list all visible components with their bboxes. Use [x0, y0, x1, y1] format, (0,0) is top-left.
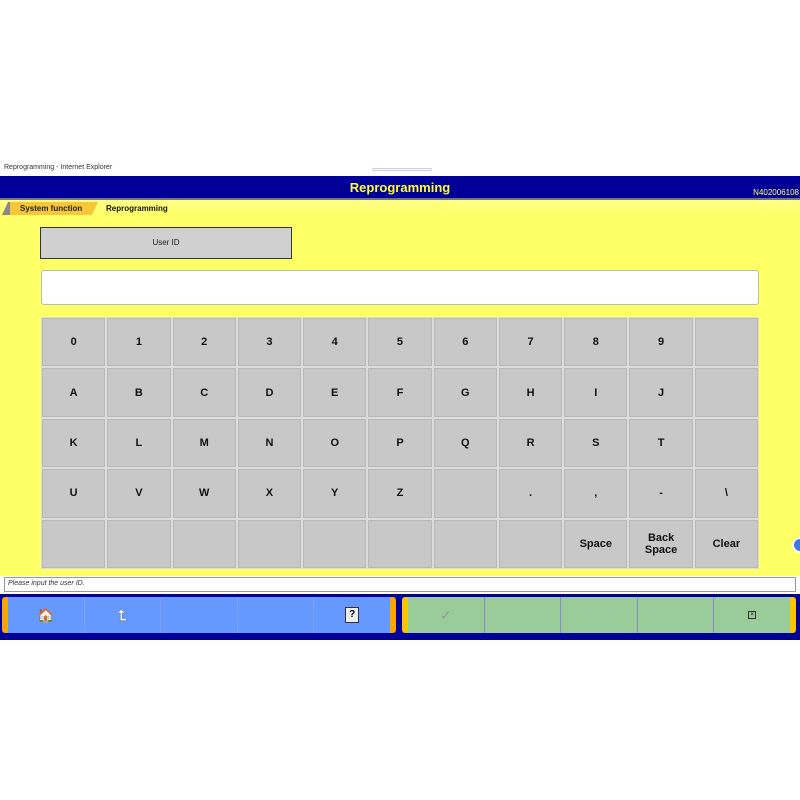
key-j[interactable]: J — [629, 368, 693, 417]
key-c[interactable]: C — [172, 368, 236, 417]
key-m[interactable]: M — [172, 418, 236, 468]
key-b[interactable]: B — [107, 368, 171, 417]
home-button[interactable]: 🏠 — [8, 597, 85, 633]
user-id-input[interactable] — [41, 270, 759, 305]
key-h[interactable]: H — [498, 368, 563, 417]
back-icon: ⮤ — [118, 606, 127, 623]
empty-button[interactable] — [561, 597, 638, 633]
key-l[interactable]: L — [107, 418, 171, 468]
key-n[interactable]: N — [237, 418, 302, 468]
key-6[interactable]: 6 — [433, 318, 497, 367]
key-z[interactable]: Z — [368, 469, 432, 518]
key-t[interactable]: T — [629, 418, 693, 468]
status-message: Please input the user ID. — [4, 577, 796, 592]
key-back-space[interactable]: Back Space — [629, 519, 693, 568]
empty-button[interactable] — [484, 597, 562, 633]
bottom-toolbar: 🏠 ⮤ ? ✓ × — [0, 594, 800, 640]
key-blank — [107, 519, 171, 568]
window-grip[interactable] — [372, 168, 432, 171]
on-screen-keyboard: 0 1 2 3 4 5 6 7 8 9 A B C D E F G H I J K L M N O P Q R S T U V W X Y Z., - \… — [41, 317, 759, 569]
empty-button[interactable] — [637, 597, 715, 633]
key-blank — [694, 368, 758, 417]
key-3[interactable]: 3 — [237, 318, 302, 367]
key-8[interactable]: 8 — [564, 318, 628, 367]
key-q[interactable]: Q — [433, 418, 497, 468]
key-2[interactable]: 2 — [172, 318, 236, 367]
key-y[interactable]: Y — [303, 469, 367, 518]
left-button-group: 🏠 ⮤ ? — [2, 597, 396, 633]
key-g[interactable]: G — [433, 368, 497, 417]
key-,[interactable]: , — [564, 469, 628, 518]
key-r[interactable]: R — [498, 418, 563, 468]
empty-button[interactable] — [237, 597, 315, 633]
key-v[interactable]: V — [107, 469, 171, 518]
key-4[interactable]: 4 — [303, 318, 367, 367]
key-9[interactable]: 9 — [629, 318, 693, 367]
breadcrumb-system-function[interactable]: System function — [2, 202, 98, 215]
key-.[interactable]: . — [498, 469, 563, 518]
empty-button[interactable] — [161, 597, 238, 633]
key-i[interactable]: I — [564, 368, 628, 417]
key-f[interactable]: F — [368, 368, 432, 417]
check-icon: ✓ — [439, 606, 452, 623]
key-w[interactable]: W — [172, 469, 236, 518]
key-backslash[interactable]: \ — [694, 469, 758, 518]
key-u[interactable]: U — [42, 469, 106, 518]
key-o[interactable]: O — [303, 418, 367, 468]
key-space[interactable]: Space — [564, 519, 628, 568]
help-button[interactable]: ? — [314, 597, 390, 633]
key-blank — [433, 469, 497, 518]
right-button-group: ✓ × — [402, 597, 796, 633]
key-d[interactable]: D — [237, 368, 302, 417]
back-button[interactable]: ⮤ — [84, 597, 162, 633]
key-blank — [237, 519, 302, 568]
key-x[interactable]: X — [237, 469, 302, 518]
key-blank — [694, 418, 758, 468]
screen-code: N402006108 — [753, 188, 799, 197]
close-button[interactable]: × — [714, 597, 790, 633]
key-7[interactable]: 7 — [498, 318, 563, 367]
key-blank — [433, 519, 497, 568]
key-e[interactable]: E — [303, 368, 367, 417]
help-icon: ? — [345, 607, 360, 623]
key-s[interactable]: S — [564, 418, 628, 468]
header: Reprogramming N402006108 — [0, 176, 800, 200]
key-blank — [694, 318, 758, 367]
close-icon: × — [748, 611, 757, 619]
key-blank — [303, 519, 367, 568]
key-blank — [368, 519, 432, 568]
key-blank — [498, 519, 563, 568]
key-1[interactable]: 1 — [107, 318, 171, 367]
key-blank — [42, 519, 106, 568]
key--[interactable]: - — [629, 469, 693, 518]
key-0[interactable]: 0 — [42, 318, 106, 367]
key-a[interactable]: A — [42, 368, 106, 417]
key-k[interactable]: K — [42, 418, 106, 468]
ok-button[interactable]: ✓ — [408, 597, 485, 633]
key-blank — [172, 519, 236, 568]
page-title: Reprogramming — [349, 180, 451, 195]
key-p[interactable]: P — [368, 418, 432, 468]
user-id-label: User ID — [40, 227, 292, 259]
key-clear[interactable]: Clear — [694, 519, 758, 568]
breadcrumb-reprogramming: Reprogramming — [106, 204, 168, 213]
key-5[interactable]: 5 — [368, 318, 432, 367]
home-icon: 🏠 — [37, 606, 55, 623]
